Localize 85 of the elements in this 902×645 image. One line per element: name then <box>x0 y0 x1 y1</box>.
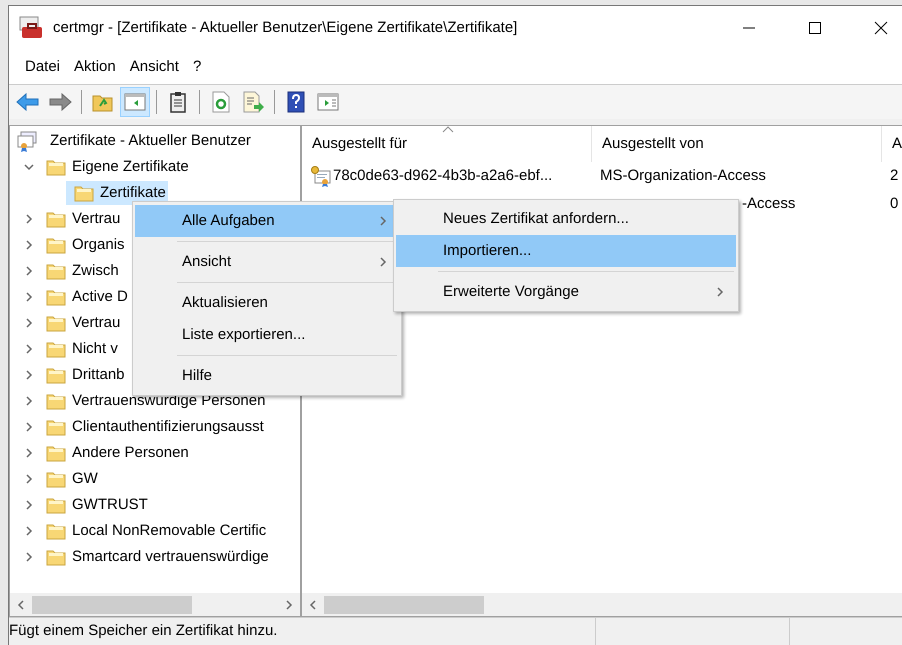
pane-icon <box>124 92 146 112</box>
tree-item[interactable]: Organis <box>38 233 127 257</box>
tree-label: Organis <box>72 234 125 255</box>
table-cell-text: MS-Organization-Access <box>600 166 766 186</box>
tree-label: Vertrau <box>72 312 120 333</box>
tree-item[interactable]: Eigene Zertifikate <box>38 155 191 179</box>
folder-icon <box>46 262 66 280</box>
close-icon[interactable] <box>874 21 888 35</box>
tree-label: GW <box>72 468 98 489</box>
window-title: certmgr - [Zertifikate - Aktueller Benutzer\Eigene Zertifikate\Zertifikate] <box>53 18 518 38</box>
menu-item[interactable]: Hilfe <box>135 360 399 392</box>
tree-item[interactable]: Zertifikate <box>66 181 168 205</box>
table-cell-text: 2 <box>890 166 898 186</box>
tree-label: Smartcard vertrauenswürdige <box>72 546 269 567</box>
tree-label: Clientauthentifizierungsausst <box>72 416 264 437</box>
tree-label: GWTRUST <box>72 494 148 515</box>
refresh-icon <box>211 91 231 113</box>
menu-bar-item[interactable]: Datei <box>21 56 64 78</box>
menu-bar-item[interactable]: ? <box>188 56 206 78</box>
tree-item[interactable]: Drittanb <box>38 363 127 387</box>
menu-bar-item[interactable]: Ansicht <box>126 56 183 78</box>
tree-label: Zertifikate - Aktueller Benutzer <box>50 130 251 151</box>
menu-item[interactable]: Liste exportieren... <box>135 319 399 351</box>
tree-item[interactable]: Active D <box>38 285 130 309</box>
tree-item[interactable]: Nicht v <box>38 337 120 361</box>
folder-icon <box>46 392 66 410</box>
table-cell-text: 0 <box>890 194 898 214</box>
menu-item[interactable]: Neues Zertifikat anfordern... <box>396 203 736 235</box>
column-header[interactable]: A <box>882 126 902 162</box>
tree-item[interactable]: Zertifikate - Aktueller Benutzer <box>42 129 253 153</box>
folder-icon <box>46 366 66 384</box>
tree-label: Andere Personen <box>72 442 189 463</box>
folder-icon <box>46 236 66 254</box>
folder-icon <box>46 522 66 540</box>
tree-item[interactable]: Clientauthentifizierungsausst <box>38 415 266 439</box>
tree-item[interactable]: Zwisch <box>38 259 121 283</box>
tree-label: Nicht v <box>72 338 118 359</box>
table-cell-text: 78c0de63-d962-4b3b-a2a6-ebf... <box>333 166 552 186</box>
tree-item[interactable]: Vertrau <box>38 207 122 231</box>
pane-icon <box>317 92 339 112</box>
folder-icon <box>46 470 66 488</box>
scrollbar-thumb[interactable] <box>32 596 192 614</box>
sort-up-icon <box>442 126 454 133</box>
folder-icon <box>46 496 66 514</box>
tree-label: Local NonRemovable Certific <box>72 520 266 541</box>
tree-item[interactable]: Vertrauenswürdige Personen <box>38 389 268 413</box>
status-text: Fügt einem Speicher ein Zertifikat hinzu. <box>9 621 278 642</box>
tree-label: Vertrau <box>72 208 120 229</box>
forward-arrow-icon <box>48 92 72 112</box>
tree-item[interactable]: Vertrau <box>38 311 122 335</box>
tree-item[interactable]: Andere Personen <box>38 441 191 465</box>
menu-item[interactable]: Importieren... <box>396 235 736 267</box>
tree-label: Eigene Zertifikate <box>72 156 189 177</box>
menu-item[interactable]: Erweiterte Vorgänge <box>396 276 736 308</box>
table-cell-text: -Access <box>742 194 796 214</box>
tree-item[interactable]: Smartcard vertrauenswürdige <box>38 545 271 569</box>
export-list-icon <box>242 91 264 113</box>
tree-label: Vertrauenswürdige Personen <box>72 390 266 411</box>
folder-icon <box>46 340 66 358</box>
certificates-icon <box>16 130 38 152</box>
back-arrow-icon <box>16 92 40 112</box>
tree-label: Drittanb <box>72 364 125 385</box>
folder-icon <box>46 314 66 332</box>
folder-icon <box>46 548 66 566</box>
toolbox-icon <box>19 16 45 40</box>
folder-icon <box>74 184 94 202</box>
certificate-icon <box>310 165 332 187</box>
folder-icon <box>46 418 66 436</box>
maximize-icon[interactable] <box>808 21 822 35</box>
tree-item[interactable]: Local NonRemovable Certific <box>38 519 268 543</box>
clipboard-icon <box>168 91 188 113</box>
tree-item[interactable]: GWTRUST <box>38 493 150 517</box>
folder-icon <box>46 158 66 176</box>
tree-label: Zertifikate <box>100 182 166 203</box>
tree-item[interactable]: GW <box>38 467 100 491</box>
tree-label: Active D <box>72 286 128 307</box>
folder-icon <box>46 210 66 228</box>
help-icon <box>286 91 306 113</box>
column-header[interactable]: Ausgestellt von <box>592 126 882 162</box>
folder-icon <box>46 288 66 306</box>
folder-icon <box>46 444 66 462</box>
menu-bar-item[interactable]: Aktion <box>70 56 120 78</box>
scrollbar-thumb[interactable] <box>324 596 484 614</box>
column-header[interactable]: Ausgestellt für <box>302 126 592 162</box>
tree-label: Zwisch <box>72 260 119 281</box>
